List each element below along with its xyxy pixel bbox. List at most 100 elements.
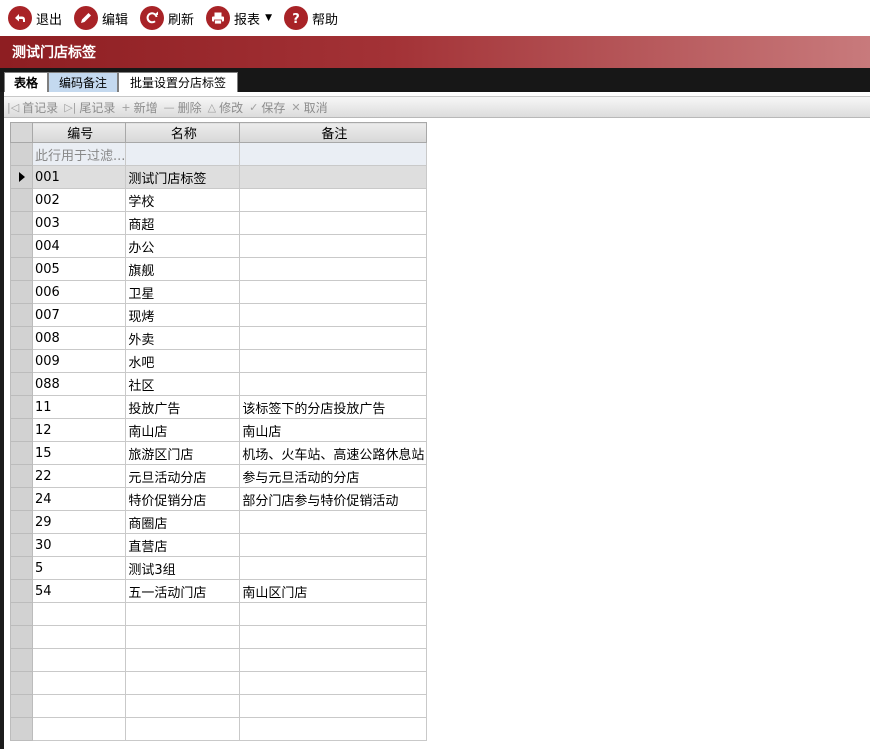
cell-name[interactable]: 直营店 [125, 533, 241, 557]
empty-row[interactable] [10, 694, 428, 718]
cell-name[interactable]: 外卖 [125, 326, 241, 350]
row-indicator[interactable] [10, 257, 33, 281]
cell-name[interactable]: 旅游区门店 [125, 441, 241, 465]
cell-note[interactable]: 南山区门店 [239, 579, 428, 603]
cell-name[interactable] [125, 671, 241, 695]
help-button[interactable]: ? 帮助 [276, 0, 342, 36]
empty-row[interactable] [10, 625, 428, 649]
row-indicator[interactable] [10, 648, 33, 672]
column-header-name[interactable]: 名称 [125, 122, 241, 143]
cell-note[interactable] [239, 188, 428, 212]
cell-name[interactable]: 旗舰 [125, 257, 241, 281]
cell-note[interactable]: 参与元旦活动的分店 [239, 464, 428, 488]
nav-edit-button[interactable]: △ 修改 [205, 99, 246, 116]
table-row[interactable]: 003 商超 [10, 211, 428, 235]
cell-code[interactable]: 12 [31, 418, 127, 442]
chevron-down-icon[interactable]: ▼ [265, 13, 272, 23]
cell-name[interactable]: 测试3组 [125, 556, 241, 580]
refresh-button[interactable]: 刷新 [132, 0, 198, 36]
cell-code[interactable]: 22 [31, 464, 127, 488]
cell-note[interactable]: 部分门店参与特价促销活动 [239, 487, 428, 511]
row-indicator[interactable] [10, 280, 33, 304]
cell-note[interactable] [239, 234, 428, 258]
cell-note[interactable] [239, 671, 428, 695]
row-indicator[interactable] [10, 188, 33, 212]
table-row[interactable]: 007 现烤 [10, 303, 428, 327]
nav-cancel-button[interactable]: ✕ 取消 [288, 99, 330, 116]
nav-delete-button[interactable]: — 删除 [161, 99, 205, 116]
cell-note[interactable] [239, 211, 428, 235]
table-row[interactable]: 009 水吧 [10, 349, 428, 373]
row-indicator[interactable] [10, 165, 33, 189]
cell-name[interactable]: 办公 [125, 234, 241, 258]
nav-last-button[interactable]: ▷| 尾记录 [61, 99, 118, 116]
cell-code[interactable]: 005 [31, 257, 127, 281]
cell-note[interactable]: 机场、火车站、高速公路休息站 [239, 441, 428, 465]
cell-note[interactable] [239, 349, 428, 373]
cell-name[interactable]: 学校 [125, 188, 241, 212]
table-row[interactable]: 30 直营店 [10, 533, 428, 557]
cell-code[interactable]: 004 [31, 234, 127, 258]
column-header-code[interactable]: 编号 [31, 122, 127, 143]
cell-note[interactable] [239, 280, 428, 304]
cell-code[interactable] [31, 648, 127, 672]
empty-row[interactable] [10, 648, 428, 672]
row-indicator[interactable] [10, 510, 33, 534]
row-indicator[interactable] [10, 671, 33, 695]
cell-code[interactable] [31, 602, 127, 626]
cell-name[interactable]: 南山店 [125, 418, 241, 442]
exit-button[interactable]: 退出 [0, 0, 66, 36]
row-indicator[interactable] [10, 234, 33, 258]
row-indicator[interactable] [10, 349, 33, 373]
cell-note[interactable]: 该标签下的分店投放广告 [239, 395, 428, 419]
cell-note[interactable] [239, 533, 428, 557]
table-row[interactable]: 5 测试3组 [10, 556, 428, 580]
cell-code[interactable]: 15 [31, 441, 127, 465]
table-row[interactable]: 006 卫星 [10, 280, 428, 304]
tab-grid[interactable]: 表格 [4, 72, 48, 92]
filter-cell-code[interactable]: 此行用于过滤... [31, 142, 127, 166]
cell-code[interactable]: 006 [31, 280, 127, 304]
row-indicator[interactable] [10, 579, 33, 603]
cell-code[interactable] [31, 717, 127, 741]
cell-name[interactable]: 五一活动门店 [125, 579, 241, 603]
edit-button[interactable]: 编辑 [66, 0, 132, 36]
cell-code[interactable]: 003 [31, 211, 127, 235]
cell-note[interactable] [239, 165, 428, 189]
cell-name[interactable]: 社区 [125, 372, 241, 396]
cell-code[interactable]: 088 [31, 372, 127, 396]
row-indicator[interactable] [10, 326, 33, 350]
table-row[interactable]: 002 学校 [10, 188, 428, 212]
cell-name[interactable]: 商圈店 [125, 510, 241, 534]
cell-name[interactable]: 元旦活动分店 [125, 464, 241, 488]
cell-note[interactable] [239, 556, 428, 580]
table-row[interactable]: 22 元旦活动分店 参与元旦活动的分店 [10, 464, 428, 488]
cell-note[interactable] [239, 625, 428, 649]
report-button[interactable]: 报表 ▼ [198, 0, 276, 36]
tab-batch-store-tags[interactable]: 批量设置分店标签 [118, 72, 238, 92]
cell-code[interactable] [31, 671, 127, 695]
cell-note[interactable] [239, 717, 428, 741]
nav-first-button[interactable]: |◁ 首记录 [4, 99, 61, 116]
cell-name[interactable]: 商超 [125, 211, 241, 235]
cell-name[interactable]: 投放广告 [125, 395, 241, 419]
cell-code[interactable] [31, 625, 127, 649]
cell-name[interactable] [125, 602, 241, 626]
cell-name[interactable]: 现烤 [125, 303, 241, 327]
cell-code[interactable]: 5 [31, 556, 127, 580]
column-header-note[interactable]: 备注 [239, 122, 428, 143]
cell-name[interactable] [125, 625, 241, 649]
tab-code-notes[interactable]: 编码备注 [48, 72, 118, 92]
table-row[interactable]: 004 办公 [10, 234, 428, 258]
cell-note[interactable] [239, 602, 428, 626]
table-row[interactable]: 001 测试门店标签 [10, 165, 428, 189]
empty-row[interactable] [10, 717, 428, 741]
cell-code[interactable]: 30 [31, 533, 127, 557]
cell-name[interactable] [125, 648, 241, 672]
table-row[interactable]: 12 南山店 南山店 [10, 418, 428, 442]
cell-note[interactable]: 南山店 [239, 418, 428, 442]
cell-name[interactable] [125, 717, 241, 741]
cell-code[interactable]: 007 [31, 303, 127, 327]
nav-add-button[interactable]: + 新增 [118, 99, 160, 116]
cell-note[interactable] [239, 303, 428, 327]
